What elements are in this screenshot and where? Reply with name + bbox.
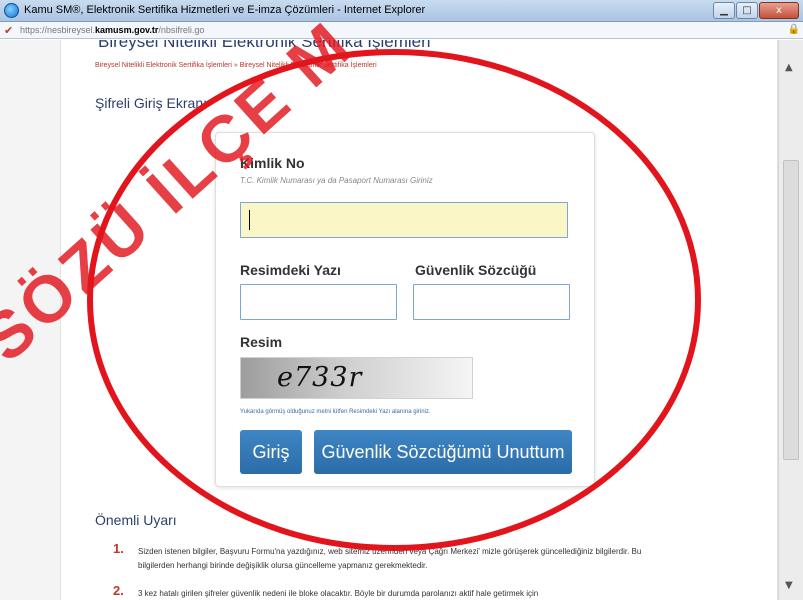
window-controls: ▁ □ x <box>713 2 799 19</box>
breadcrumb-text[interactable]: Bireysel Nitelikli Elektronik Sertifika … <box>95 62 377 69</box>
captcha-note: Yukarıda görmüş olduğunuz metni lütfen R… <box>240 409 431 415</box>
vertical-scrollbar[interactable]: ▲ ▼ <box>778 40 803 600</box>
kimlik-input[interactable] <box>240 202 568 238</box>
warning-text: 3 kez hatalı girilen şifreler güvenlik n… <box>138 589 539 598</box>
warnings-title: Önemli Uyarı <box>95 512 177 528</box>
scroll-down-icon[interactable]: ▼ <box>785 580 793 591</box>
internet-explorer-icon <box>4 3 19 18</box>
minimize-button[interactable]: ▁ <box>713 2 735 19</box>
window-titlebar: Kamu SM®, Elektronik Sertifika Hizmetler… <box>0 0 803 22</box>
url-path: /nbsifreli.go <box>158 25 205 35</box>
page-heading: Bireysel Nitelikli Elektronik Sertifika … <box>98 40 431 51</box>
forgot-security-word-button[interactable]: Güvenlik Sözcüğümü Unuttum <box>314 430 572 474</box>
scroll-up-icon[interactable]: ▲ <box>785 62 793 73</box>
guvenlik-label: Güvenlik Sözcüğü <box>415 262 537 278</box>
text-caret <box>249 210 250 230</box>
security-check-icon: ✔ <box>4 24 14 37</box>
login-button[interactable]: Giriş <box>240 430 302 474</box>
window-title: Kamu SM®, Elektronik Sertifika Hizmetler… <box>24 4 426 16</box>
warning-text: Sizden istenen bilgiler, Başvuru Formu'n… <box>138 547 642 570</box>
left-gutter <box>0 40 60 600</box>
warning-number: 2. <box>113 583 124 598</box>
address-bar[interactable]: ✔ https://nesbireysel.kamusm.gov.tr/nbsi… <box>0 22 803 39</box>
captcha-image: e733r <box>240 357 473 399</box>
url-domain: kamusm.gov.tr <box>95 25 159 35</box>
kimlik-hint: T.C. Kimlik Numarası ya da Pasaport Numa… <box>240 176 433 185</box>
resim-yazi-label: Resimdeki Yazı <box>240 262 341 278</box>
resim-label: Resim <box>240 334 283 350</box>
resim-yazi-input[interactable] <box>240 284 397 320</box>
breadcrumb[interactable]: Bireysel Nitelikli Elektronik Sertifika … <box>95 62 377 69</box>
warning-number: 1. <box>113 541 124 556</box>
kimlik-label: Kimlik No <box>240 155 305 171</box>
address-url[interactable]: https://nesbireysel.kamusm.gov.tr/nbsifr… <box>20 25 204 35</box>
guvenlik-sozcugu-input[interactable] <box>413 284 570 320</box>
scroll-thumb[interactable] <box>783 160 799 460</box>
captcha-text: e733r <box>277 362 363 393</box>
url-prefix: https://nesbireysel. <box>20 25 96 35</box>
section-title: Şifreli Giriş Ekranı <box>95 95 208 111</box>
page-viewport: ▲ ▼ Bireysel Nitelikli Elektronik Sertif… <box>0 40 803 600</box>
close-button[interactable]: x <box>759 2 799 19</box>
maximize-button[interactable]: □ <box>736 2 758 19</box>
lock-icon: 🔒 <box>787 24 800 35</box>
